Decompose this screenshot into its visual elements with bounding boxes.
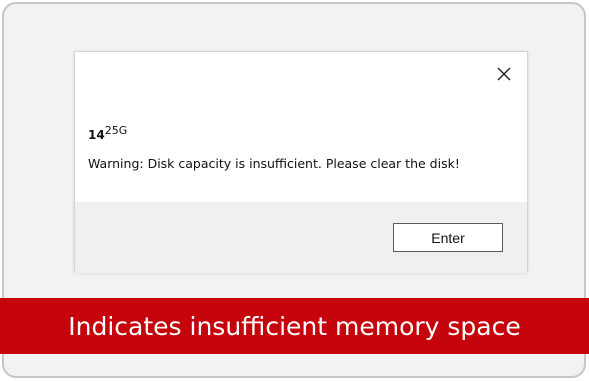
caption-text: Indicates insufficient memory space — [68, 311, 521, 341]
disk-size-label: 1425G — [88, 124, 127, 142]
close-button[interactable] — [489, 62, 519, 86]
dialog-content: 1425G Warning: Disk capacity is insuffic… — [75, 98, 527, 202]
disk-size-superscript: 25G — [104, 124, 128, 137]
disk-size-main: 14 — [88, 128, 105, 142]
enter-button[interactable]: Enter — [393, 223, 503, 252]
caption-banner: Indicates insufficient memory space — [0, 298, 589, 354]
warning-message: Warning: Disk capacity is insufficient. … — [88, 156, 460, 171]
warning-dialog: 1425G Warning: Disk capacity is insuffic… — [74, 51, 528, 273]
dialog-titlebar — [75, 52, 527, 98]
dialog-footer: Enter — [75, 202, 527, 273]
close-icon — [497, 67, 511, 81]
